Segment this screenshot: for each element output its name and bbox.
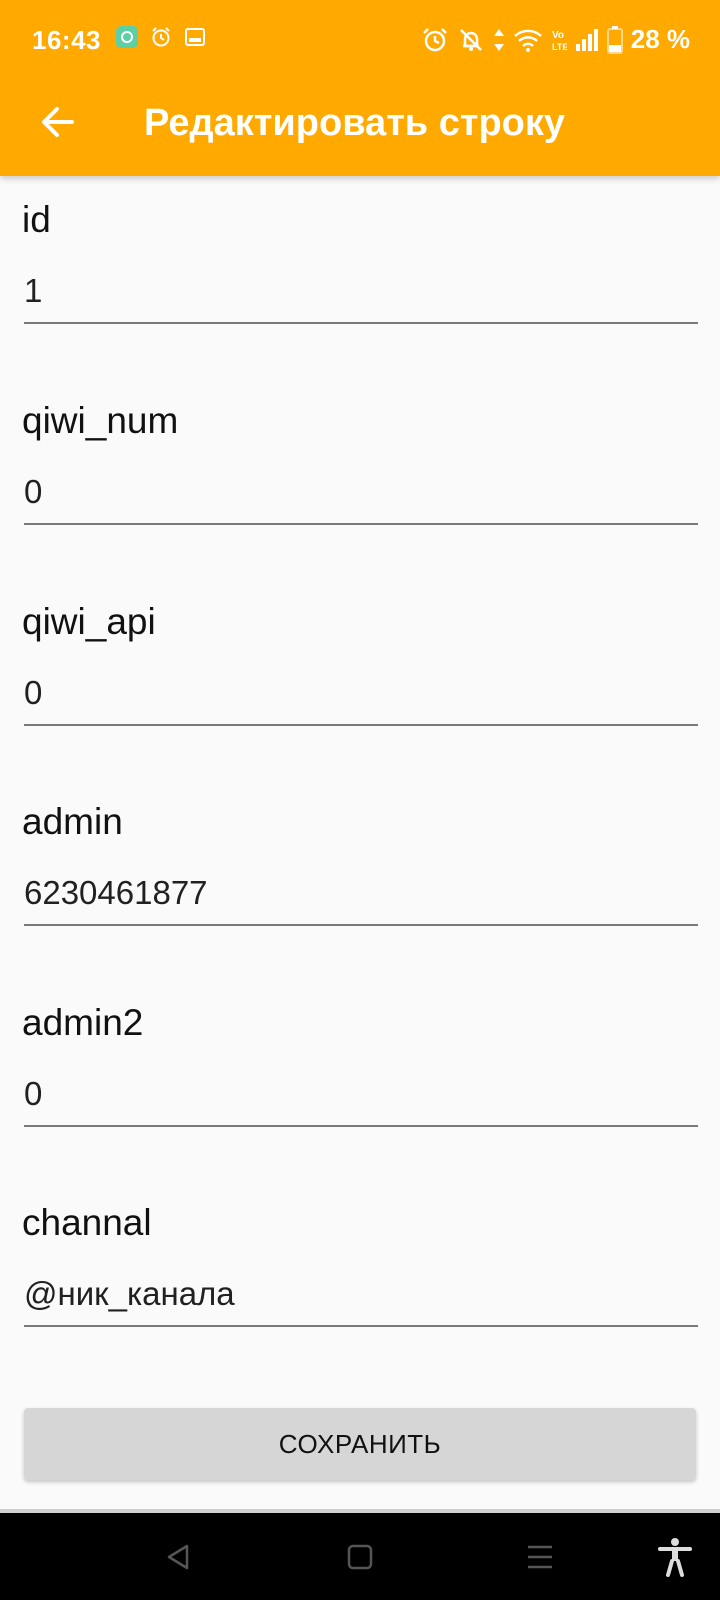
- channal-input[interactable]: [24, 1271, 698, 1327]
- field-qiwi-num: qiwi_num: [22, 399, 698, 525]
- notifications-off-icon: [457, 26, 485, 54]
- field-label: qiwi_num: [22, 400, 179, 441]
- app-notification-icon: [116, 26, 138, 48]
- navigation-bar: [0, 1513, 720, 1600]
- edit-form: id qiwi_num qiwi_api admin admin2 channa…: [0, 176, 720, 1509]
- admin2-input[interactable]: [24, 1071, 698, 1127]
- status-time: 16:43: [32, 25, 101, 55]
- accessibility-icon: [658, 1537, 692, 1577]
- back-button[interactable]: [28, 92, 88, 152]
- field-channal: channal: [22, 1201, 698, 1327]
- data-arrows-icon: [493, 27, 505, 53]
- signal-icon: [575, 28, 599, 52]
- battery-icon: [606, 25, 623, 54]
- qiwi-num-input[interactable]: [24, 469, 698, 525]
- qiwi-api-input[interactable]: [24, 670, 698, 726]
- nav-recents-button[interactable]: [516, 1533, 564, 1581]
- field-qiwi-api: qiwi_api: [22, 600, 698, 726]
- recents-menu-icon: [525, 1543, 555, 1571]
- alarm-icon: [421, 26, 449, 54]
- save-button[interactable]: СОХРАНИТЬ: [24, 1408, 696, 1480]
- field-label: qiwi_api: [22, 601, 156, 642]
- status-right-icons: Vo LTE 28 %: [421, 24, 690, 55]
- field-label: admin2: [22, 1002, 144, 1043]
- alarm-icon: [150, 26, 172, 48]
- status-bar: 16:43 Vo LTE 28 %: [0, 0, 720, 80]
- field-label: id: [22, 199, 51, 240]
- wifi-icon: [513, 27, 543, 53]
- field-id: id: [22, 198, 698, 324]
- field-label: channal: [22, 1202, 152, 1243]
- nav-accessibility-button[interactable]: [651, 1533, 699, 1581]
- field-admin2: admin2: [22, 1001, 698, 1127]
- arrow-back-icon: [40, 104, 76, 140]
- screenshot-icon: [184, 26, 206, 48]
- field-label: admin: [22, 801, 123, 842]
- page-title: Редактировать строку: [144, 102, 566, 144]
- svg-text:LTE: LTE: [552, 42, 567, 52]
- field-admin: admin: [22, 800, 698, 926]
- volte-icon: Vo LTE: [551, 27, 567, 53]
- svg-text:Vo: Vo: [552, 30, 564, 41]
- toolbar: Редактировать строку: [0, 80, 720, 176]
- nav-back-button[interactable]: [154, 1533, 202, 1581]
- home-square-icon: [346, 1543, 374, 1571]
- app-bar: 16:43 Vo LTE 28 % Редактировать строку: [0, 0, 720, 176]
- back-triangle-icon: [163, 1542, 193, 1572]
- id-input[interactable]: [24, 268, 698, 324]
- nav-home-button[interactable]: [336, 1533, 384, 1581]
- status-left-icons: [116, 26, 206, 48]
- battery-percent: 28 %: [630, 24, 690, 54]
- admin-input[interactable]: [24, 870, 698, 926]
